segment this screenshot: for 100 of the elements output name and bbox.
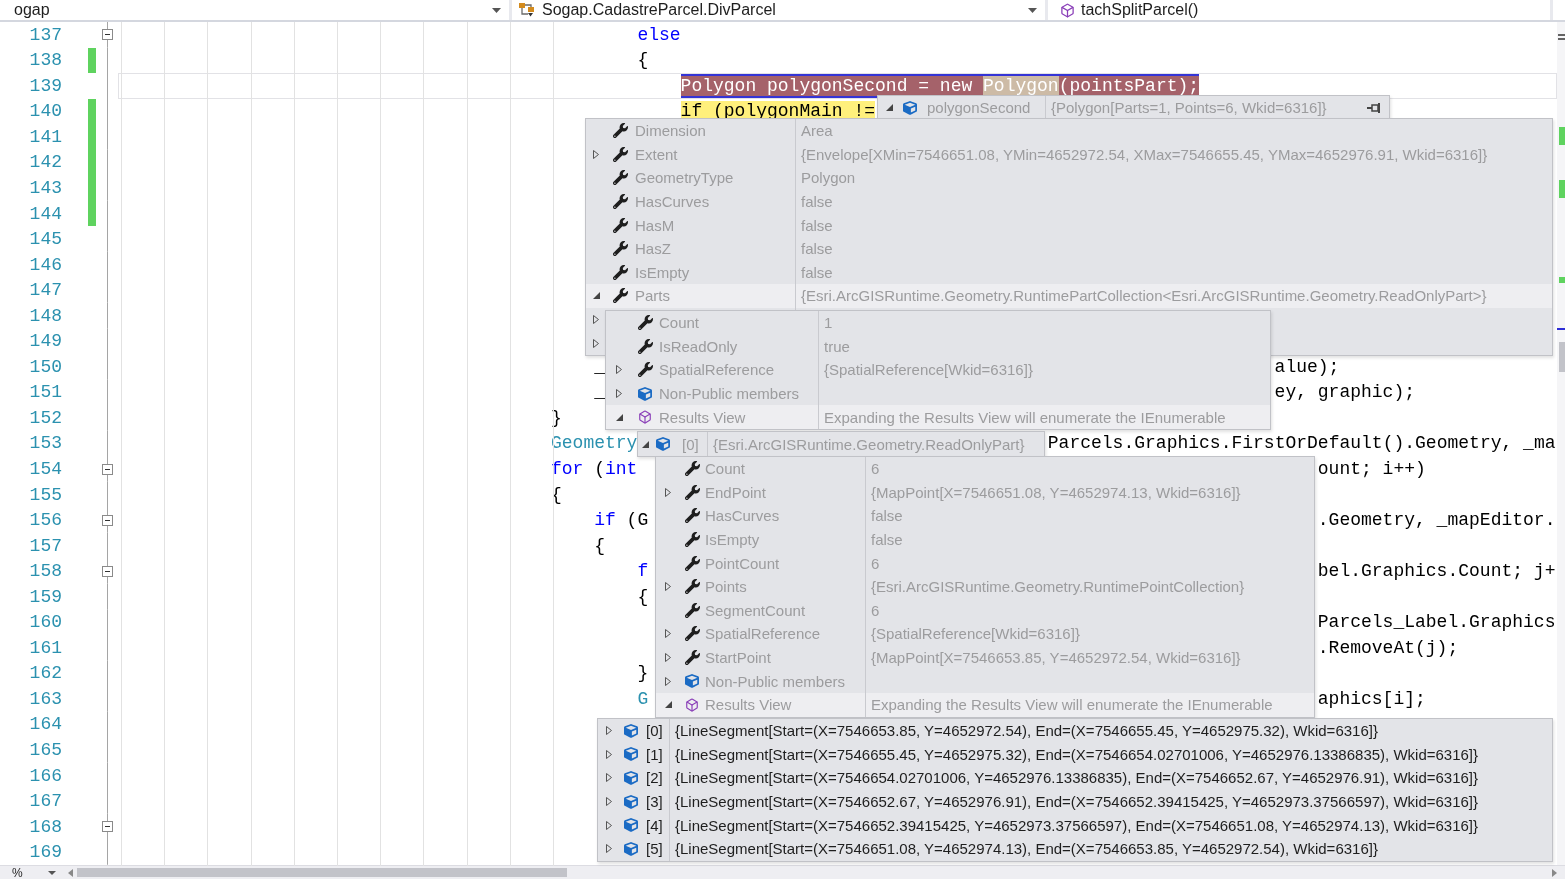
collapse-icon[interactable] (102, 565, 113, 577)
scroll-left-icon[interactable] (68, 868, 73, 877)
property-name: [5] (646, 840, 663, 858)
code-text: { (594, 535, 605, 556)
property-name: HasCurves (635, 193, 710, 211)
wrench-icon (684, 508, 700, 524)
expander-icon[interactable] (665, 487, 671, 497)
property-value: {LineSegment[Start=(X=7546653.85, Y=4652972.54), End=(X=7546655.45, Y=4652975.32), Wkid=6316]} (675, 722, 1378, 740)
scroll-right-icon[interactable] (1552, 868, 1557, 877)
property-name: [2] (646, 769, 663, 787)
collapser-icon[interactable] (641, 440, 649, 448)
line-number: 158 (29, 562, 62, 581)
line-number: 160 (29, 613, 62, 632)
wrench-icon (612, 194, 628, 210)
property-value: {MapPoint[X=7546653.85, Y=4652972.54, Wkid=6316]} (871, 649, 1241, 667)
property-value: {Esri.ArcGISRuntime.Geometry.RuntimePointCollection} (871, 578, 1245, 596)
code-text: if (594, 510, 616, 531)
cube-icon (638, 386, 652, 401)
wrench-icon (684, 579, 700, 595)
property-name: HasCurves (705, 507, 780, 525)
line-number: 159 (29, 587, 62, 606)
line-number: 146 (29, 255, 62, 274)
pin-icon[interactable] (1366, 102, 1382, 113)
property-value: false (801, 216, 833, 234)
wrench-icon (612, 241, 628, 257)
line-number: 139 (29, 77, 62, 96)
line-number: 154 (29, 460, 62, 479)
property-value: {Esri.ArcGISRuntime.Geometry.RuntimePartCollection<Esri.ArcGISRuntime.Geometry.ReadOnlyPart>} (801, 287, 1487, 305)
class-icon (518, 2, 536, 18)
property-value: {LineSegment[Start=(X=7546654.02701006, Y=4652976.13386835), End=(X=7546652.67, Y=4652976.91), Wkid=6316]} (675, 769, 1479, 787)
navigation-dropdown[interactable]: tachSplitParcel() (1048, 0, 1553, 20)
property-name: Count (659, 314, 700, 332)
expander-icon[interactable] (606, 773, 612, 783)
property-value: false (801, 193, 833, 211)
property-value: {SpatialReference[Wkid=6316]} (824, 361, 1033, 379)
expander-icon[interactable] (593, 315, 599, 325)
collapse-icon[interactable] (102, 821, 113, 833)
expander-icon[interactable] (593, 149, 599, 159)
line-number: 168 (29, 817, 62, 836)
zoom-dropdown[interactable]: % (0, 866, 60, 879)
collapse-icon[interactable] (102, 514, 113, 526)
code-text: Geometry (551, 433, 638, 454)
code-text: ount; i++) (1317, 459, 1426, 480)
wrench-icon (612, 288, 628, 304)
property-name: Dimension (635, 122, 706, 140)
expander-icon[interactable] (593, 338, 599, 348)
expander-icon[interactable] (665, 582, 671, 592)
expander-icon[interactable] (606, 844, 612, 854)
property-value: false (801, 263, 833, 281)
property-name: Non-Public members (705, 672, 846, 690)
property-name: Parts (635, 287, 670, 305)
wrench-icon (612, 170, 628, 186)
property-name: HasZ (635, 240, 671, 258)
collapser-icon[interactable] (592, 292, 600, 300)
collapser-icon[interactable] (664, 701, 672, 709)
code-text: else (637, 24, 681, 45)
expander-icon[interactable] (616, 389, 622, 399)
property-value: Area (801, 122, 833, 140)
navigation-dropdown[interactable]: Sogap.CadastreParcel.DivParcel (512, 0, 1048, 20)
code-text: ( (594, 459, 605, 480)
caret-icon (492, 7, 501, 13)
expander-icon[interactable] (606, 797, 612, 807)
line-number: 152 (29, 408, 62, 427)
collapse-icon[interactable] (102, 463, 113, 475)
property-value: {LineSegment[Start=(X=7546652.39415425, Y=4652973.37566597), End=(X=7546651.08, Y=4652974.13), Wkid=6316]} (675, 816, 1479, 834)
code-text: { (551, 484, 562, 505)
line-number: 163 (29, 689, 62, 708)
property-value: false (801, 240, 833, 258)
collapser-icon[interactable] (885, 104, 893, 111)
caret-icon (48, 870, 56, 875)
property-value: {LineSegment[Start=(X=7546652.67, Y=4652976.91), End=(X=7546652.39415425, Y=4652973.37566597), Wkid=6316]} (675, 793, 1479, 811)
expander-icon[interactable] (606, 749, 612, 759)
split-icon[interactable] (1557, 32, 1565, 42)
property-name: SpatialReference (705, 625, 821, 643)
line-number: 165 (29, 741, 62, 760)
collapser-icon[interactable] (615, 413, 623, 421)
property-name: GeometryType (635, 169, 734, 187)
property-name: PointCount (705, 554, 780, 572)
property-value: 6 (871, 601, 880, 619)
line-number: 143 (29, 179, 62, 198)
wrench-icon (612, 123, 628, 139)
line-number: 169 (29, 843, 62, 862)
expander-icon[interactable] (665, 653, 671, 663)
property-name: [3] (646, 793, 663, 811)
line-number: 138 (29, 51, 62, 70)
expander-icon[interactable] (606, 726, 612, 736)
expander-icon[interactable] (665, 676, 671, 686)
code-text: } (637, 663, 649, 684)
collapse-icon[interactable] (102, 29, 113, 41)
variable-name: [0] (682, 435, 699, 453)
vertical-scrollbar[interactable] (1556, 22, 1565, 865)
property-name: HasM (635, 216, 675, 234)
expander-icon[interactable] (606, 820, 612, 830)
code-text: _ (594, 382, 605, 403)
expander-icon[interactable] (616, 365, 622, 375)
line-number: 145 (29, 230, 62, 249)
scroll-thumb[interactable] (77, 868, 567, 877)
expander-icon[interactable] (665, 629, 671, 639)
property-name: Results View (659, 408, 746, 426)
cube-icon (656, 437, 670, 451)
